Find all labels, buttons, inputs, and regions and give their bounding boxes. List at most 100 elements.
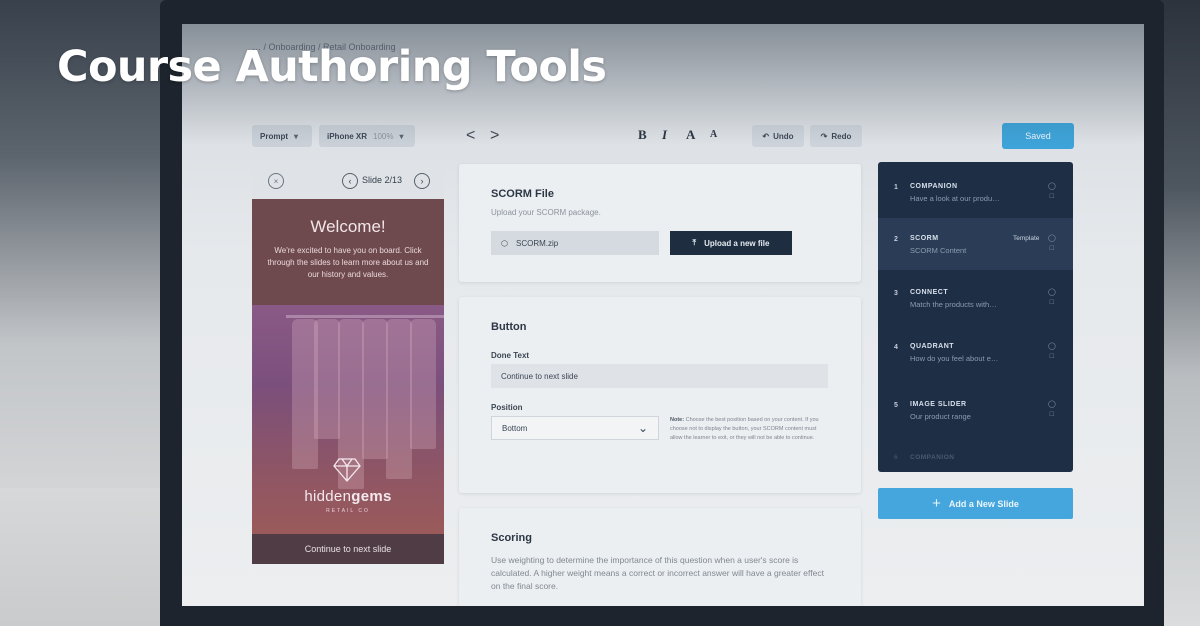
slide-counter: Slide 2/13 [362, 175, 403, 185]
slide-type: QUADRANT [910, 343, 955, 350]
background-shelf [0, 488, 168, 626]
next-arrow-icon[interactable]: > [490, 126, 499, 146]
clothing-rack [286, 315, 444, 318]
scorm-panel: SCORM File Upload your SCORM package. ⬡ … [459, 164, 861, 282]
slide-type: CONNECT [910, 289, 949, 296]
upload-file-button[interactable]: ⤒ Upload a new file [670, 231, 792, 255]
position-select-value: Bottom [502, 423, 528, 433]
scorm-subtitle: Upload your SCORM package. [491, 208, 601, 217]
slide-preview: × ‹ Slide 2/13 › Welcome! We're excited … [252, 164, 444, 564]
slide-actions-icon[interactable]: ◯ □ [1048, 400, 1056, 420]
device-zoom: 100% [373, 131, 394, 141]
font-larger-button[interactable]: A [686, 127, 695, 143]
done-text-label: Done Text [491, 351, 530, 360]
preview-header: × ‹ Slide 2/13 › [252, 164, 444, 199]
italic-button[interactable]: I [662, 127, 667, 143]
device-select-label: iPhone XR [327, 131, 368, 141]
upload-label: Upload a new file [704, 238, 770, 248]
redo-button[interactable]: ↷ Redo [810, 125, 862, 147]
redo-icon: ↷ [820, 131, 828, 141]
preview-continue-button[interactable]: Continue to next slide [252, 534, 444, 564]
done-text-input[interactable]: Continue to next slide [491, 364, 828, 388]
scoring-title: Scoring [491, 532, 532, 544]
gem-logo-icon [333, 458, 361, 482]
undo-icon: ↶ [762, 131, 770, 141]
slide-actions-icon[interactable]: ◯ □ [1048, 288, 1056, 308]
position-note: Note: Choose the best position based on … [670, 416, 830, 443]
undo-label: Undo [773, 131, 794, 141]
slide-number: 2 [894, 236, 898, 243]
slide-actions-icon[interactable]: ◯ □ [1048, 234, 1056, 254]
slide-type: IMAGE SLIDER [910, 401, 967, 408]
slide-number: 3 [894, 290, 898, 297]
scoring-description: Use weighting to determine the importanc… [491, 555, 824, 591]
chevron-down-icon: ▾ [294, 131, 299, 141]
save-button[interactable]: Saved [1002, 123, 1074, 149]
add-slide-button[interactable]: + Add a New Slide [878, 488, 1073, 519]
slide-list-item[interactable]: 4 QUADRANT How do you feel about e… ◯ □ [878, 326, 1073, 378]
scoring-panel: Scoring Use weighting to determine the i… [459, 508, 861, 606]
prev-arrow-icon[interactable]: < [466, 126, 475, 146]
slide-subtitle: Our product range [910, 412, 971, 421]
font-smaller-button[interactable]: A [710, 129, 717, 140]
preview-prev-icon[interactable]: ‹ [342, 173, 358, 189]
scorm-title: SCORM File [491, 188, 554, 200]
chevron-down-icon: ▾ [399, 131, 404, 141]
template-badge: Template [1013, 235, 1040, 242]
preview-next-icon[interactable]: › [414, 173, 430, 189]
page-title: Course Authoring Tools [57, 42, 607, 92]
app-screen: … / Onboarding / Retail Onboarding Promp… [182, 24, 1144, 606]
device-select[interactable]: iPhone XR 100% ▾ [319, 125, 415, 147]
scorm-file-field: ⬡ SCORM.zip [491, 231, 659, 255]
garment-shape [386, 319, 412, 479]
garment-shape [314, 319, 340, 439]
garment-shape [410, 319, 436, 449]
welcome-title: Welcome! [310, 217, 386, 236]
prompt-select[interactable]: Prompt ▾ [252, 125, 312, 147]
plus-icon: + [932, 495, 941, 512]
slide-number: 6 [894, 454, 898, 461]
position-note-text: Choose the best position based on your c… [670, 417, 819, 441]
preview-hero-image: hiddengems RETAIL CO [252, 305, 444, 534]
prompt-select-label: Prompt [260, 131, 288, 141]
slide-type: SCORM [910, 235, 939, 242]
slide-list-item[interactable]: 3 CONNECT Match the products with… ◯ □ [878, 272, 1073, 324]
brand-name-light: hidden [304, 488, 352, 505]
chevron-down-icon: ⌄ [637, 421, 648, 435]
slide-subtitle: Match the products with… [910, 300, 997, 309]
close-icon[interactable]: × [268, 173, 284, 189]
scorm-file-name: SCORM.zip [515, 238, 559, 248]
slide-list: 1 COMPANION Have a look at our produ… ◯ □… [878, 162, 1073, 472]
position-select[interactable]: Bottom ⌄ [491, 416, 659, 440]
add-slide-label: Add a New Slide [948, 498, 1019, 509]
upload-icon: ⤒ [692, 238, 697, 247]
slide-actions-icon[interactable]: ◯ □ [1048, 342, 1056, 362]
slide-actions-icon[interactable]: ◯ □ [1048, 182, 1056, 202]
slide-list-item-active[interactable]: 2 SCORM SCORM Content Template ◯ □ [878, 218, 1073, 270]
undo-button[interactable]: ↶ Undo [752, 125, 804, 147]
button-panel-title: Button [491, 321, 527, 333]
slide-type: COMPANION [910, 183, 958, 190]
slide-number: 4 [894, 344, 898, 351]
brand-name: hiddengems [252, 488, 444, 505]
redo-label: Redo [831, 131, 852, 141]
garment-shape [362, 319, 388, 459]
bold-button[interactable]: B [638, 127, 647, 143]
slide-list-item[interactable]: 5 IMAGE SLIDER Our product range ◯ □ [878, 384, 1073, 436]
position-note-label: Note: [670, 417, 685, 423]
slide-type-faded[interactable]: COMPANION [910, 454, 954, 461]
brand-tagline: RETAIL CO [326, 508, 370, 514]
slide-number: 5 [894, 402, 898, 409]
welcome-body: We're excited to have you on board. Clic… [267, 246, 429, 279]
position-label: Position [491, 403, 523, 412]
button-panel: Button Done Text Continue to next slide … [459, 297, 861, 493]
background-wall-left [0, 0, 168, 626]
slide-list-item[interactable]: 1 COMPANION Have a look at our produ… ◯ □ [878, 166, 1073, 218]
welcome-block: Welcome! We're excited to have you on bo… [252, 199, 444, 305]
editor-toolbar: Prompt ▾ iPhone XR 100% ▾ < > B I A A ↶ … [252, 123, 1074, 149]
slide-subtitle: SCORM Content [910, 246, 967, 255]
slide-subtitle: Have a look at our produ… [910, 194, 1000, 203]
package-icon: ⬡ [501, 238, 508, 248]
brand-name-bold: gems [351, 488, 392, 505]
slide-subtitle: How do you feel about e… [910, 354, 999, 363]
